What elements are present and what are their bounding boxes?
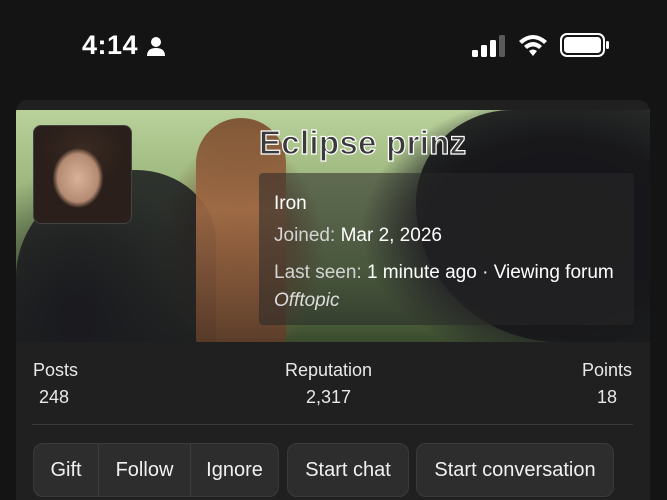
start-chat-group: Start chat bbox=[287, 443, 409, 497]
avatar[interactable] bbox=[33, 125, 132, 224]
status-bar: 4:14 bbox=[0, 0, 667, 92]
profile-card: Eclipse prinz Iron Joined: Mar 2, 2026 L… bbox=[16, 100, 650, 500]
profile-banner: Eclipse prinz Iron Joined: Mar 2, 2026 L… bbox=[16, 110, 650, 342]
last-seen-label: Last seen: bbox=[274, 262, 362, 283]
last-seen-row: Last seen: 1 minute ago · Viewing forum … bbox=[274, 259, 614, 315]
forum-link[interactable]: Offtopic bbox=[274, 290, 339, 311]
cellular-signal-icon bbox=[472, 35, 505, 57]
follow-button[interactable]: Follow bbox=[98, 444, 190, 496]
ignore-button[interactable]: Ignore bbox=[190, 444, 278, 496]
stats-row: Posts 248 Reputation 2,317 Points 18 bbox=[16, 350, 650, 425]
gift-button[interactable]: Gift bbox=[34, 444, 98, 496]
person-icon bbox=[147, 37, 165, 56]
profile-actions-group: Gift Follow Ignore bbox=[33, 443, 279, 497]
stat-posts-value[interactable]: 248 bbox=[39, 387, 69, 408]
joined-row: Joined: Mar 2, 2026 bbox=[274, 225, 442, 247]
divider bbox=[32, 424, 633, 425]
username[interactable]: Eclipse prinz bbox=[258, 123, 466, 162]
stat-reputation-label: Reputation bbox=[285, 360, 373, 380]
stat-points-value[interactable]: 18 bbox=[597, 387, 617, 408]
start-conversation-group: Start conversation bbox=[416, 443, 614, 497]
start-conversation-button[interactable]: Start conversation bbox=[417, 444, 613, 496]
joined-date: Mar 2, 2026 bbox=[340, 225, 442, 246]
status-time: 4:14 bbox=[82, 30, 139, 60]
stat-points-label: Points bbox=[582, 360, 633, 380]
battery-icon bbox=[560, 33, 609, 57]
stat-reputation-value[interactable]: 2,317 bbox=[306, 387, 351, 408]
joined-label: Joined: bbox=[274, 225, 336, 246]
user-title: Iron bbox=[274, 193, 307, 214]
start-chat-button[interactable]: Start chat bbox=[288, 444, 408, 496]
wifi-icon bbox=[519, 35, 547, 56]
stat-posts-label: Posts bbox=[33, 360, 79, 380]
last-seen-value: 1 minute ago · Viewing forum bbox=[366, 262, 614, 283]
